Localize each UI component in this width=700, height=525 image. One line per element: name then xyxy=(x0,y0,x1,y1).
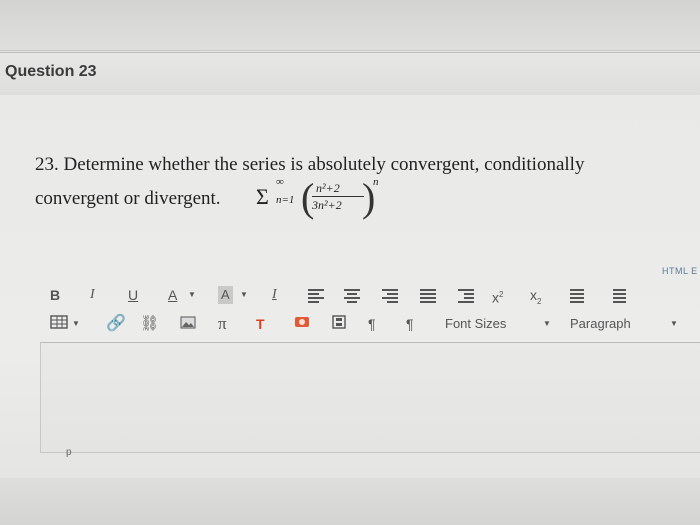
numbered-list-icon[interactable] xyxy=(610,289,626,303)
unlink-icon[interactable]: ⛓ xyxy=(140,312,159,336)
highlight-color-button[interactable]: A xyxy=(218,286,233,304)
align-center-icon[interactable] xyxy=(344,289,360,303)
subscript-button[interactable]: x2 xyxy=(530,283,541,307)
page: Question 23 23. Determine whether the se… xyxy=(0,0,700,525)
question-text: 23. Determine whether the series is abso… xyxy=(35,148,675,216)
editor-toolbar-row-2: ▼ 🔗 ⛓ π T ¶ ¶ Font Sizes ▼ Paragraph ▼ xyxy=(40,312,700,338)
font-sizes-dropdown-icon[interactable]: ▼ xyxy=(543,312,551,336)
underline-button[interactable]: U xyxy=(128,283,138,307)
question-line-1: 23. Determine whether the series is abso… xyxy=(35,154,585,175)
element-path[interactable]: p xyxy=(66,447,72,458)
italic-button[interactable]: I xyxy=(90,283,95,307)
table-icon[interactable] xyxy=(50,312,68,336)
superscript-button[interactable]: x2 xyxy=(492,283,503,307)
font-color-button[interactable]: A xyxy=(168,283,177,307)
math-equation-button[interactable]: π xyxy=(218,312,227,336)
table-dropdown-icon[interactable]: ▼ xyxy=(72,312,80,336)
fraction-denominator: 3n²+2 xyxy=(312,198,342,212)
paragraph-select[interactable]: Paragraph xyxy=(570,312,631,336)
align-justify-icon[interactable] xyxy=(420,289,436,303)
fraction-bar xyxy=(312,196,364,197)
exponent: n xyxy=(373,176,379,188)
image-icon[interactable] xyxy=(180,312,196,336)
question-line-2: convergent or divergent. xyxy=(35,188,221,209)
indent-icon[interactable] xyxy=(458,289,474,303)
sigma-symbol: Σ xyxy=(256,184,269,209)
answer-editor-area[interactable] xyxy=(40,342,700,453)
sum-lower-limit: n=1 xyxy=(276,194,295,206)
editor-status-bar: p xyxy=(40,447,700,479)
bold-button[interactable]: B xyxy=(50,283,60,307)
align-right-icon[interactable] xyxy=(382,289,398,303)
highlight-dropdown-icon[interactable]: ▼ xyxy=(240,283,248,307)
question-title: Question 23 xyxy=(5,63,97,80)
html-editor-link[interactable]: HTML E xyxy=(662,266,698,276)
font-sizes-select[interactable]: Font Sizes xyxy=(445,312,506,336)
paragraph-dropdown-icon[interactable]: ▼ xyxy=(670,312,678,336)
align-left-icon[interactable] xyxy=(308,289,324,303)
media-icon[interactable] xyxy=(294,312,310,336)
ltr-direction-icon[interactable]: ¶ xyxy=(368,312,376,336)
rtl-direction-icon[interactable]: ¶ xyxy=(406,312,414,336)
font-color-dropdown-icon[interactable]: ▼ xyxy=(188,283,196,307)
link-icon[interactable]: 🔗 xyxy=(106,312,126,336)
text-tool-button[interactable]: T xyxy=(256,312,265,336)
sum-upper-limit: ∞ xyxy=(276,176,284,188)
clear-format-button[interactable]: I xyxy=(272,283,277,307)
question-header: Question 23 xyxy=(0,52,700,96)
fraction-numerator: n²+2 xyxy=(316,181,340,195)
editor-toolbar-row-1: B I U A ▼ A ▼ I x2 x2 xyxy=(40,283,700,309)
bulleted-list-icon[interactable] xyxy=(568,289,584,303)
previous-question-area xyxy=(0,0,700,51)
page-bottom xyxy=(0,478,700,525)
embed-icon[interactable] xyxy=(332,312,346,336)
